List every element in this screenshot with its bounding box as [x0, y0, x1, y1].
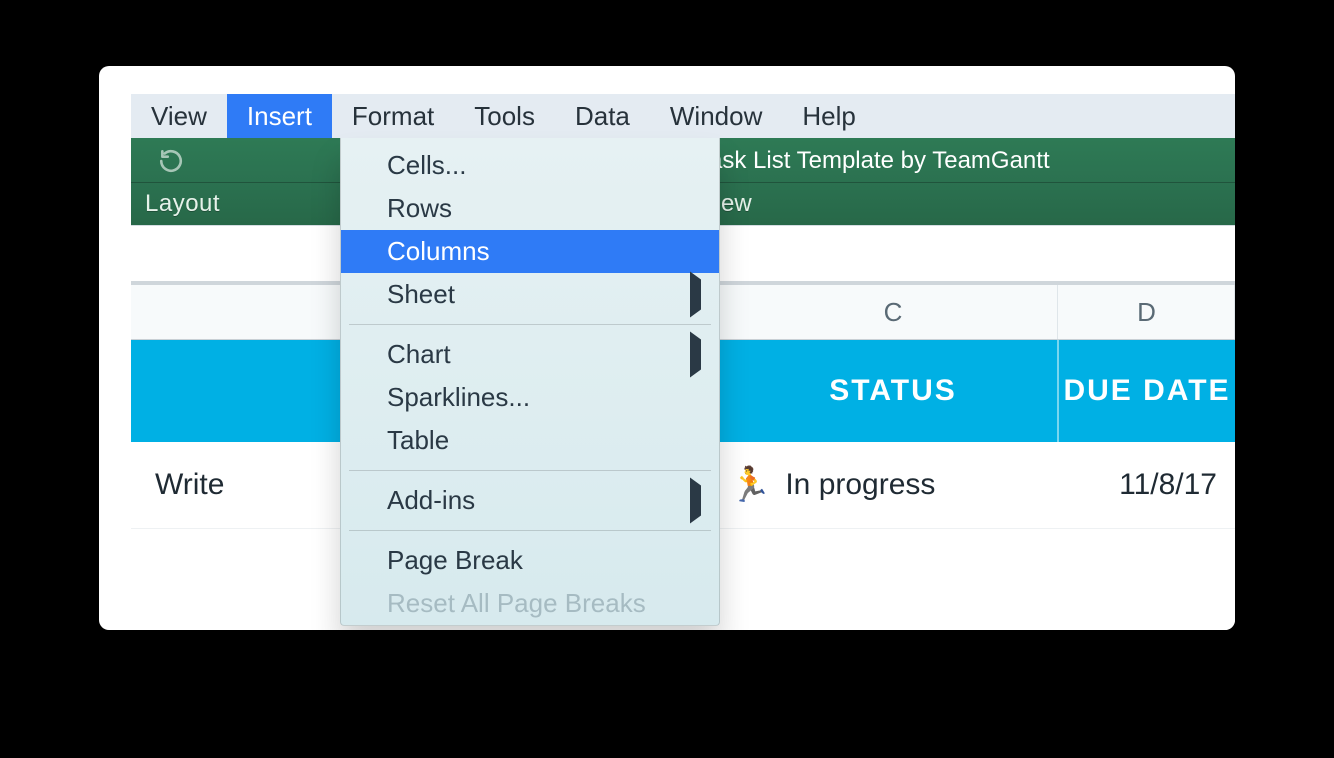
menu-window[interactable]: Window [650, 94, 782, 138]
menu-item-table[interactable]: Table [341, 419, 719, 462]
menu-item-sheet-label: Sheet [387, 279, 455, 310]
menubar: View Insert Format Tools Data Window Hel… [131, 94, 1235, 138]
document-title: X Task List Template by TeamGantt [663, 147, 1050, 175]
menu-view[interactable]: View [131, 94, 227, 138]
submenu-arrow-icon [690, 279, 701, 310]
menu-separator [349, 470, 711, 471]
menu-item-rows[interactable]: Rows [341, 187, 719, 230]
menu-item-chart[interactable]: Chart [341, 333, 719, 376]
menu-separator [349, 530, 711, 531]
ribbon-tab-layout[interactable]: Layout [131, 183, 236, 225]
column-header-d[interactable]: D [1059, 285, 1235, 339]
menu-data[interactable]: Data [555, 94, 650, 138]
header-due-date: DUE DATE [1059, 340, 1235, 442]
menu-separator [349, 324, 711, 325]
excel-app: View Insert Format Tools Data Window Hel… [131, 94, 1235, 630]
menu-item-addins-label: Add-ins [387, 485, 475, 516]
cell-due-date[interactable]: 11/8/17 [1059, 442, 1235, 528]
menu-insert[interactable]: Insert [227, 94, 332, 138]
menu-item-columns[interactable]: Columns [341, 230, 719, 273]
submenu-arrow-icon [690, 339, 701, 370]
menu-item-page-break[interactable]: Page Break [341, 539, 719, 582]
menu-item-cells[interactable]: Cells... [341, 144, 719, 187]
undo-button[interactable] [131, 138, 211, 183]
menu-item-sparklines[interactable]: Sparklines... [341, 376, 719, 419]
menu-item-chart-label: Chart [387, 339, 451, 370]
menu-format[interactable]: Format [332, 94, 454, 138]
screenshot-card: View Insert Format Tools Data Window Hel… [99, 66, 1235, 630]
header-status: STATUS [729, 340, 1057, 442]
submenu-arrow-icon [690, 485, 701, 516]
column-header-c[interactable]: C [729, 285, 1058, 339]
undo-icon [158, 148, 184, 174]
menu-item-sheet[interactable]: Sheet [341, 273, 719, 316]
menu-tools[interactable]: Tools [454, 94, 555, 138]
document-title-text: Task List Template by TeamGantt [697, 147, 1050, 175]
cell-status-text: In progress [785, 468, 935, 502]
menu-item-addins[interactable]: Add-ins [341, 479, 719, 522]
menu-item-reset-page-breaks[interactable]: Reset All Page Breaks [341, 582, 719, 625]
insert-dropdown: Cells... Rows Columns Sheet Chart Sparkl… [340, 138, 720, 626]
cell-status[interactable]: 🏃 In progress [729, 442, 935, 528]
cell-task[interactable]: Write [155, 442, 224, 528]
menu-help[interactable]: Help [782, 94, 875, 138]
runner-icon: 🏃 [729, 465, 771, 505]
